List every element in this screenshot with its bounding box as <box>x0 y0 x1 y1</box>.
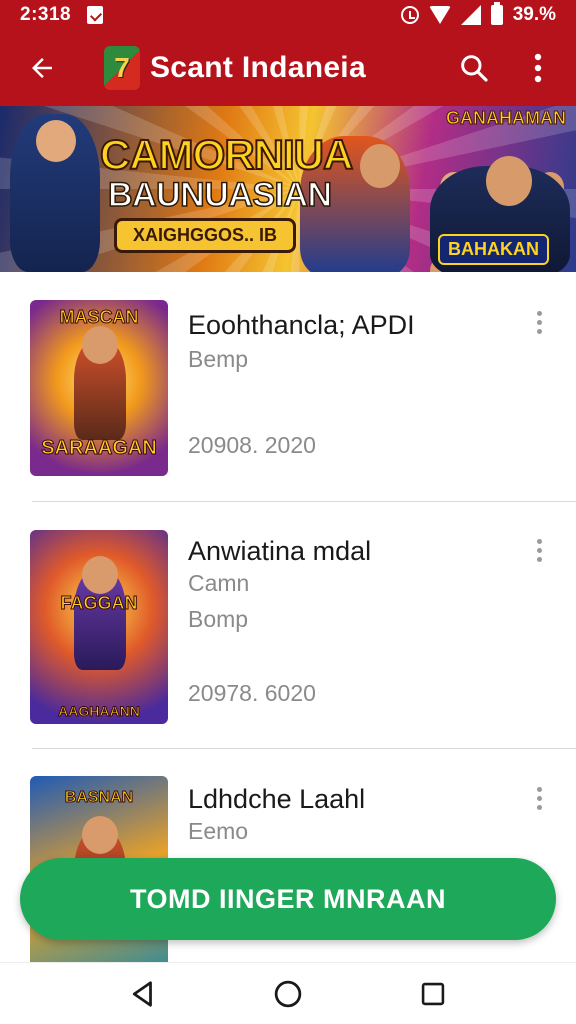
signal-icon <box>460 5 481 25</box>
banner-subtitle: BAUNUASIAN <box>107 175 333 215</box>
thumbnail-label-bottom: SARAAGAN <box>41 437 158 459</box>
app-bar-actions <box>452 46 560 90</box>
search-icon <box>461 55 488 82</box>
thumbnail-label-top: MASCAN <box>59 307 139 327</box>
banner-title: CAMORNIUA <box>99 131 354 178</box>
banner-character-hero-head <box>360 144 400 188</box>
more-vert-icon <box>534 53 542 83</box>
system-nav-bar <box>0 962 576 1024</box>
battery-icon <box>490 2 503 25</box>
recents-square-icon <box>422 982 445 1005</box>
app-logo: 7 <box>104 46 140 90</box>
item-title: Anwiatina mdal <box>188 536 372 566</box>
game-thumbnail: FAGGAN AAGHAANN <box>30 530 168 724</box>
banner-logo-top: GANAHAMAN <box>446 108 567 129</box>
thumbnail-character-head <box>82 556 118 594</box>
search-button[interactable] <box>452 46 496 90</box>
nav-recents-button[interactable] <box>409 970 457 1018</box>
thumbnail-character-head <box>82 816 118 854</box>
item-more-button[interactable] <box>528 302 550 342</box>
list-item[interactable]: MASCAN SARAAGAN Eoohthancla; APDI Bemp 2… <box>0 272 576 512</box>
item-subtitle: Eemo <box>188 818 249 844</box>
more-vert-icon <box>536 547 542 553</box>
game-thumbnail: MASCAN SARAAGAN <box>30 300 168 476</box>
more-vert-icon <box>536 795 542 801</box>
item-date: 20978. 6020 <box>188 680 316 706</box>
more-vert-icon <box>536 310 542 316</box>
item-more-button[interactable] <box>528 778 550 818</box>
item-subtitle: Bemp <box>188 346 249 372</box>
alarm-icon <box>400 6 419 24</box>
more-vert-icon <box>536 319 542 325</box>
banner-character-police-head <box>36 120 76 162</box>
home-circle-icon <box>274 980 302 1007</box>
battery-percent: 39.% <box>512 4 556 25</box>
thumbnail-character-head <box>82 326 118 364</box>
banner-logo: BAHAKAN <box>438 234 549 265</box>
more-vert-icon <box>536 804 542 810</box>
list-item[interactable]: FAGGAN AAGHAANN Anwiatina mdal Camn Bomp… <box>0 500 576 740</box>
item-subtitle-2: Bomp <box>188 606 249 632</box>
thumbnail-label-top: BASNAN <box>64 789 134 806</box>
banner-tag: XAIGHGGOS.. IB <box>114 218 297 253</box>
thumbnail-label-top: FAGGAN <box>60 593 138 613</box>
promo-banner[interactable]: CAMORNIUA BAUNUASIAN XAIGHGGOS.. IB GANA… <box>0 106 576 272</box>
nav-back-button[interactable] <box>119 970 167 1018</box>
item-title: Eoohthancla; APDI <box>188 310 415 340</box>
more-vert-icon <box>536 556 542 562</box>
thumbnail-label-bottom: AAGHAANN <box>58 703 141 719</box>
status-icons: 39.% <box>400 2 556 26</box>
app-logo-glyph: 7 <box>114 52 130 83</box>
more-vert-icon <box>536 538 542 544</box>
status-bar: 2:318 39.% <box>0 0 576 30</box>
more-options-button[interactable] <box>516 46 560 90</box>
nav-home-button[interactable] <box>264 970 312 1018</box>
back-button[interactable] <box>16 42 68 94</box>
item-more-button[interactable] <box>528 530 550 570</box>
item-date: 20908. 2020 <box>188 432 316 458</box>
banner-character-suit-head <box>486 156 532 206</box>
back-arrow-icon <box>32 58 52 78</box>
app-bar: 7 Scant Indaneia <box>0 30 576 106</box>
more-vert-icon <box>536 328 542 334</box>
app-screen: 2:318 39.% 7 Scant Indaneia CAMORNIUA BA… <box>0 0 576 1024</box>
app-title: Scant Indaneia <box>150 51 366 84</box>
status-time: 2:318 <box>20 4 72 25</box>
more-vert-icon <box>536 786 542 792</box>
wifi-icon <box>428 6 451 24</box>
notification-icon <box>87 6 104 24</box>
item-title: Ldhdche Laahl <box>188 784 366 814</box>
item-subtitle: Camn <box>188 570 250 596</box>
primary-cta-button[interactable]: TOMD IINGER MNRAAN <box>20 858 556 940</box>
back-triangle-icon <box>132 980 152 1007</box>
